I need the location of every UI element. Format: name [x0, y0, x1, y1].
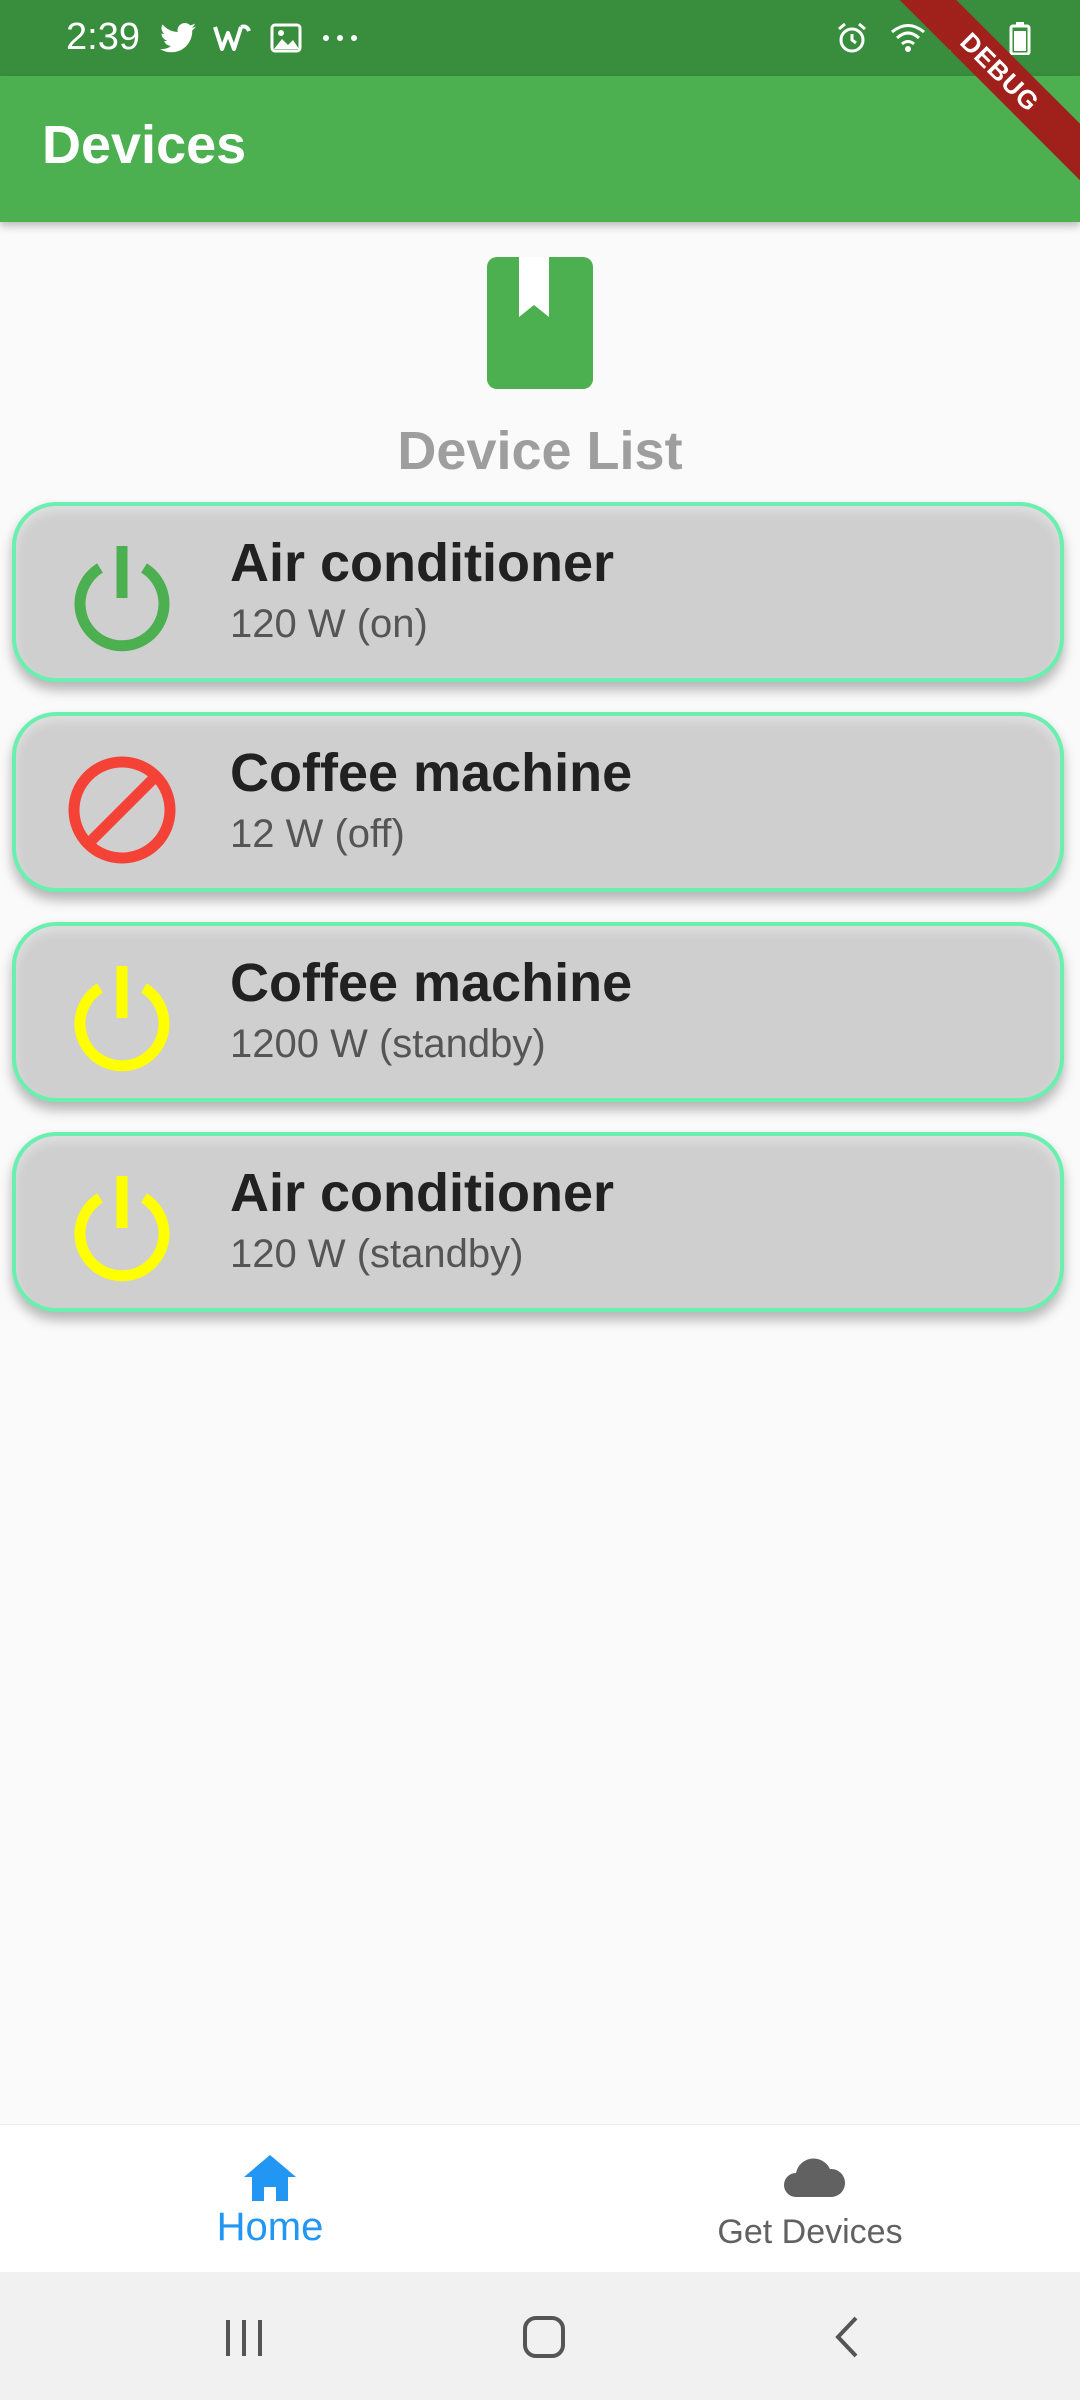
w-icon: [212, 18, 252, 58]
device-card[interactable]: Coffee machine 12 W (off): [12, 712, 1064, 892]
status-left-icons: [158, 18, 360, 58]
bottom-nav: Home Get Devices: [0, 2124, 1080, 2273]
device-name: Air conditioner: [230, 533, 615, 593]
nav-home[interactable]: Home: [0, 2125, 540, 2273]
back-icon[interactable]: [818, 2312, 878, 2362]
app-title: Devices: [42, 115, 247, 175]
alarm-icon: [832, 18, 872, 58]
device-card[interactable]: Coffee machine 1200 W (standby): [12, 922, 1064, 1102]
home-icon: [240, 2151, 300, 2205]
nav-get-devices-label: Get Devices: [717, 2213, 903, 2251]
device-detail: 120 W (standby): [230, 1232, 524, 1276]
power-icon: [64, 542, 180, 658]
power-icon: [64, 962, 180, 1078]
wifi-icon: [888, 18, 928, 58]
image-icon: [266, 18, 306, 58]
status-time: 2:39: [66, 16, 140, 58]
device-list-title: Device List: [397, 421, 683, 481]
nav-home-label: Home: [216, 2205, 324, 2249]
system-nav: [0, 2272, 1080, 2400]
device-detail: 120 W (on): [230, 602, 428, 646]
power-icon: [64, 1172, 180, 1288]
cloud-icon: [780, 2151, 846, 2205]
home-circle-icon[interactable]: [514, 2312, 574, 2362]
block-icon: [64, 752, 180, 868]
twitter-icon: [158, 18, 198, 58]
device-card[interactable]: Air conditioner 120 W (standby): [12, 1132, 1064, 1312]
device-card[interactable]: Air conditioner 120 W (on): [12, 502, 1064, 682]
bookmark-icon: [487, 257, 593, 389]
more-icon: [320, 18, 360, 58]
device-detail: 1200 W (standby): [230, 1022, 546, 1066]
device-name: Coffee machine: [230, 953, 633, 1013]
device-name: Coffee machine: [230, 743, 633, 803]
app-bar: Devices: [0, 76, 1080, 222]
recents-icon[interactable]: [214, 2312, 274, 2362]
device-detail: 12 W (off): [230, 812, 405, 856]
device-name: Air conditioner: [230, 1163, 615, 1223]
nav-get-devices[interactable]: Get Devices: [540, 2125, 1080, 2273]
